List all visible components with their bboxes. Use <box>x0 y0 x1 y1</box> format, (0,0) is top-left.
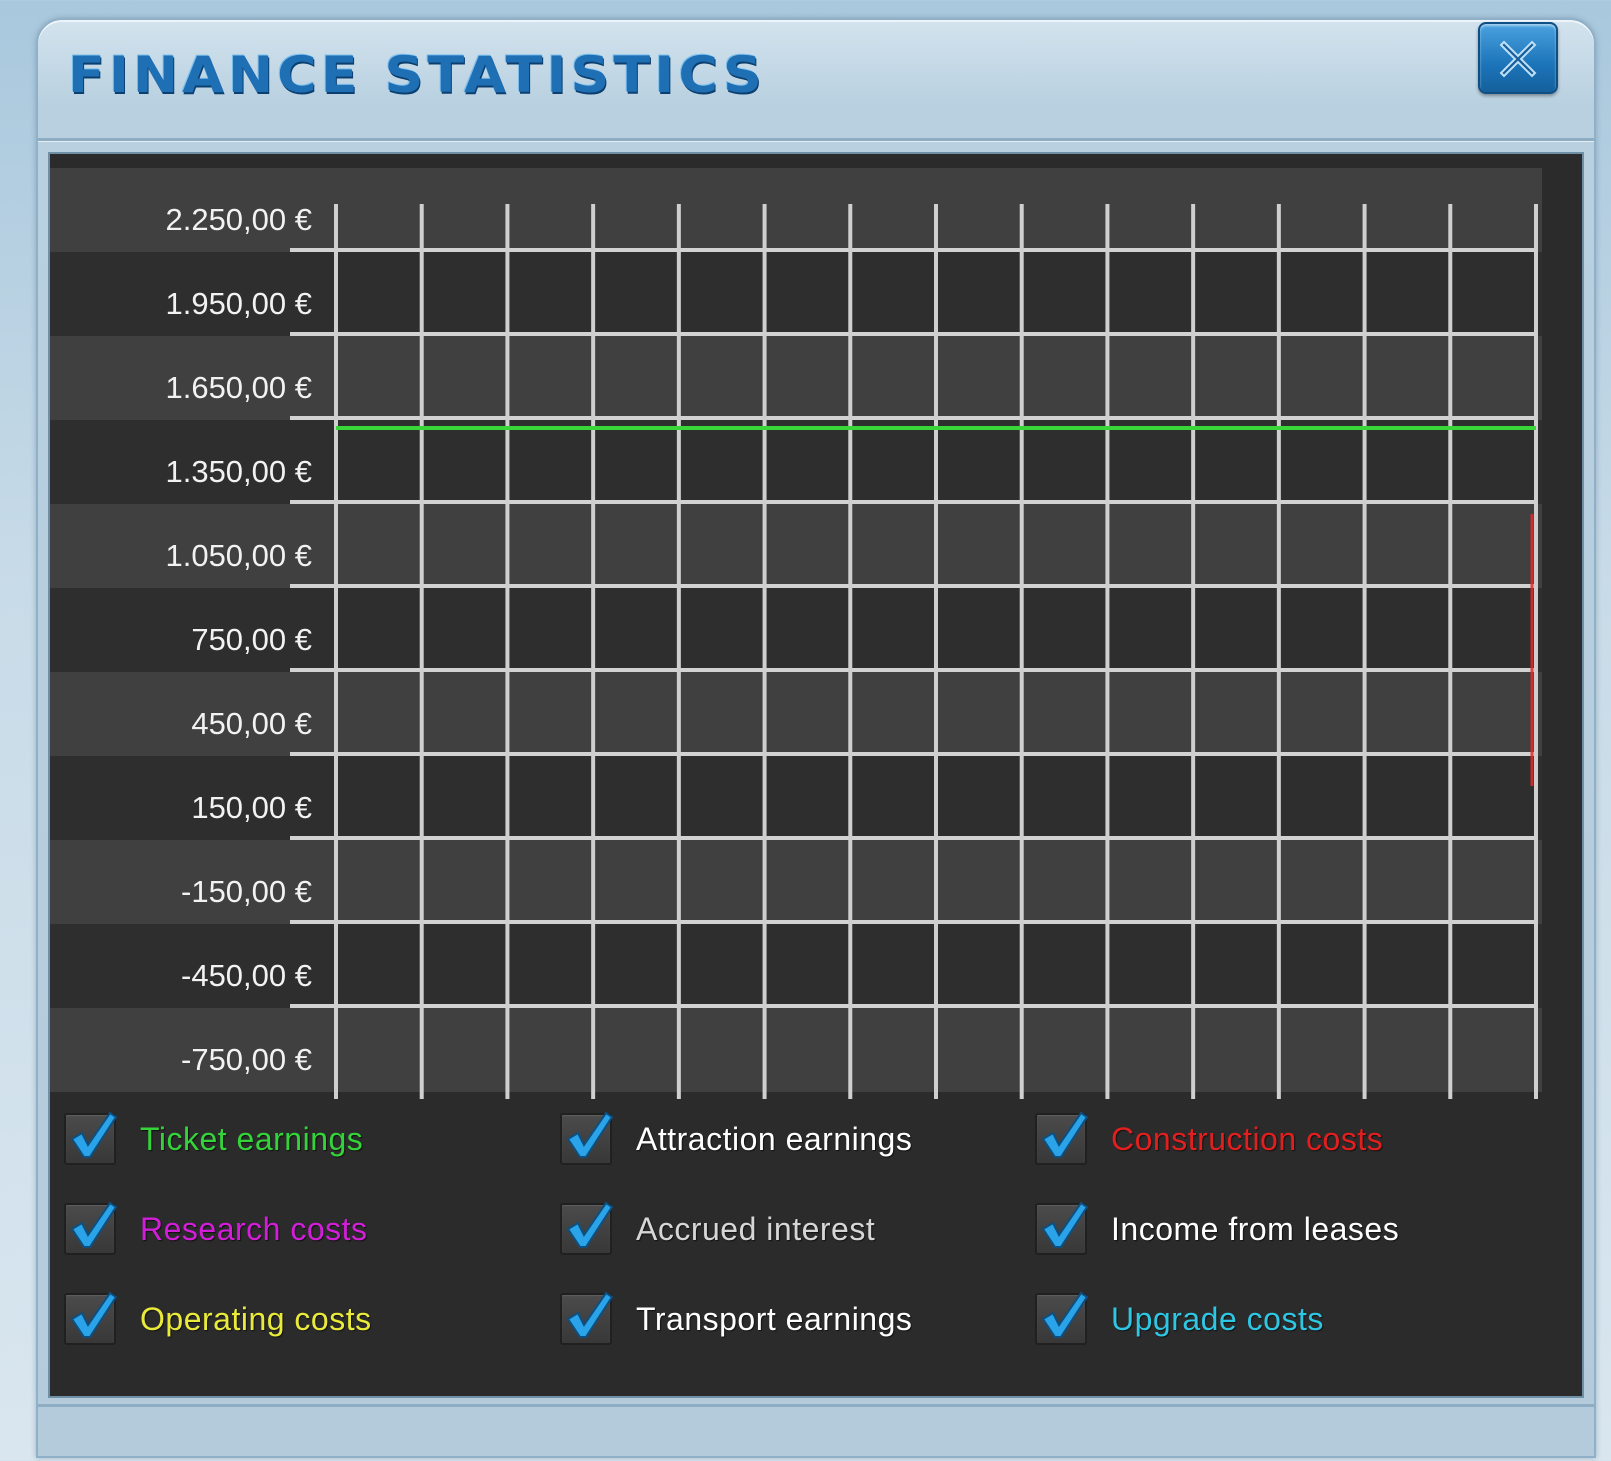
series-legend: Ticket earnings Attraction earnings Constr… <box>50 1099 1586 1389</box>
checkbox[interactable] <box>1035 1201 1089 1255</box>
y-tick-label: 750,00 € <box>191 622 312 657</box>
checkbox[interactable] <box>560 1201 614 1255</box>
window-title: FINANCE STATISTICS <box>68 46 766 104</box>
legend-label: Ticket earnings <box>140 1120 364 1157</box>
legend-toggle-construction-costs[interactable]: Construction costs <box>1035 1109 1383 1169</box>
chart-panel: 2.250,00 € 1.950,00 € 1.650,00 € 1.350,00 €… <box>48 152 1584 1398</box>
y-tick-label: 2.250,00 € <box>165 202 312 237</box>
y-tick-label: -750,00 € <box>181 1042 312 1077</box>
checkmark-icon <box>566 1291 614 1338</box>
finance-statistics-window: FINANCE STATISTICS 2.250,00 € 1.950,00 € 1… <box>36 18 1596 1458</box>
checkbox[interactable] <box>64 1111 118 1165</box>
legend-label: Research costs <box>140 1210 368 1247</box>
y-tick-label: -150,00 € <box>181 874 312 909</box>
legend-toggle-ticket-earnings[interactable]: Ticket earnings <box>64 1109 363 1169</box>
checkbox[interactable] <box>64 1291 118 1345</box>
legend-toggle-accrued-interest[interactable]: Accrued interest <box>560 1199 875 1259</box>
legend-label: Operating costs <box>140 1300 372 1337</box>
legend-label: Accrued interest <box>636 1210 876 1247</box>
close-button[interactable] <box>1478 22 1558 94</box>
legend-toggle-upgrade-costs[interactable]: Upgrade costs <box>1035 1289 1324 1349</box>
y-tick-label: 1.050,00 € <box>165 538 312 573</box>
checkmark-icon <box>566 1201 614 1248</box>
checkbox[interactable] <box>1035 1291 1089 1345</box>
checkmark-icon <box>70 1111 118 1158</box>
checkmark-icon <box>70 1291 118 1338</box>
checkmark-icon <box>566 1111 614 1158</box>
legend-toggle-operating-costs[interactable]: Operating costs <box>64 1289 372 1349</box>
footer-bar <box>38 1404 1594 1461</box>
legend-label: Transport earnings <box>636 1300 913 1337</box>
legend-toggle-transport-earnings[interactable]: Transport earnings <box>560 1289 912 1349</box>
y-tick-label: 1.950,00 € <box>165 286 312 321</box>
y-tick-label: 150,00 € <box>191 790 312 825</box>
finance-chart: 2.250,00 € 1.950,00 € 1.650,00 € 1.350,00 €… <box>50 168 1542 1099</box>
y-tick-label: -450,00 € <box>181 958 312 993</box>
legend-toggle-attraction-earnings[interactable]: Attraction earnings <box>560 1109 912 1169</box>
checkmark-icon <box>1041 1291 1089 1338</box>
checkmark-icon <box>1041 1201 1089 1248</box>
legend-toggle-income-from-leases[interactable]: Income from leases <box>1035 1199 1399 1259</box>
legend-label: Construction costs <box>1111 1120 1384 1157</box>
checkmark-icon <box>1041 1111 1089 1158</box>
legend-label: Upgrade costs <box>1111 1300 1324 1337</box>
checkbox[interactable] <box>1035 1111 1089 1165</box>
checkbox[interactable] <box>64 1201 118 1255</box>
legend-label: Income from leases <box>1111 1210 1400 1247</box>
legend-label: Attraction earnings <box>636 1120 913 1157</box>
legend-toggle-research-costs[interactable]: Research costs <box>64 1199 368 1259</box>
close-icon <box>1499 40 1537 78</box>
checkbox[interactable] <box>560 1111 614 1165</box>
title-bar: FINANCE STATISTICS <box>38 20 1594 141</box>
checkmark-icon <box>70 1201 118 1248</box>
y-tick-label: 450,00 € <box>191 706 312 741</box>
y-tick-label: 1.350,00 € <box>165 454 312 489</box>
y-tick-label: 1.650,00 € <box>165 370 312 405</box>
checkbox[interactable] <box>560 1291 614 1345</box>
